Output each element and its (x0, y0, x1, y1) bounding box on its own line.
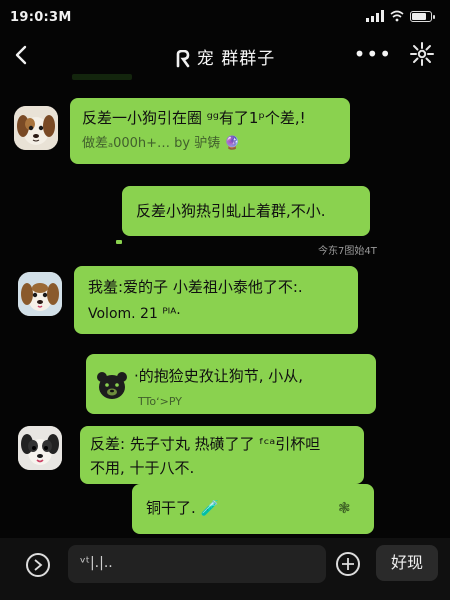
chat-bubble-outgoing[interactable]: 铜干了. 🧪 ❃ (132, 484, 374, 534)
status-time: 19:0:3M (10, 10, 72, 25)
puppy-avatar-icon (18, 272, 62, 316)
plus-icon (342, 558, 354, 570)
message-list[interactable]: 反差一小狗引在圈 ᵍᵍ有了1ᵖ个差,! 做差ₐ000h+… by 驴铸 🔮 反差… (0, 74, 450, 538)
avatar[interactable] (14, 106, 58, 150)
message-text: Volom. 21 ᴾᴵᴬ· (88, 306, 181, 322)
message-text: ·的抱猃史孜让狗节, 小从, (134, 367, 304, 385)
input-bar: ᵛᵗ|.|.. 好现 (0, 538, 450, 600)
chat-bubble-incoming[interactable]: 我羞:爱的子 小差祖小泰他了不:. Volom. 21 ᴾᴵᴬ· (74, 266, 358, 334)
message-text: 做差ₐ000h+… by 驴铸 🔮 (82, 136, 241, 151)
chat-title-text: 宠 群群子 (196, 49, 276, 69)
group-settings-icon[interactable] (408, 40, 436, 68)
message-text: TToʻ>PY (138, 395, 182, 408)
voice-icon (34, 559, 43, 571)
message-text: 反差一小狗引在圈 ᵍᵍ有了1ᵖ个差,! (82, 109, 306, 127)
chat-bubble-incoming[interactable]: 反差: 先子寸丸 热磺了了 ᶠᶜᵃ引杯呾 不用, 十于八不. (80, 426, 364, 484)
message-timestamp: 今东7图始4T (318, 246, 377, 257)
chat-header: 宠 群群子 ••• (0, 34, 450, 78)
flower-icon: ❃ (338, 499, 351, 517)
avatar[interactable] (18, 272, 62, 316)
chat-bubble-incoming[interactable]: 反差一小狗引在圈 ᵍᵍ有了1ᵖ个差,! 做差ₐ000h+… by 驴铸 🔮 (70, 98, 350, 164)
voice-button[interactable] (26, 553, 50, 577)
wifi-icon (390, 10, 404, 22)
puppy-avatar-icon (18, 426, 62, 470)
message-input[interactable]: ᵛᵗ|.|.. (68, 545, 326, 583)
avatar[interactable] (18, 426, 62, 470)
signal-icon (366, 10, 384, 22)
puppy-avatar-icon (14, 106, 58, 150)
bear-icon (97, 372, 127, 399)
chat-bubble-outgoing[interactable]: ·的抱猃史孜让狗节, 小从, TToʻ>PY (86, 354, 376, 414)
add-button[interactable] (336, 552, 360, 576)
message-text: 我羞:爱的子 小差祖小泰他了不:. (88, 278, 303, 296)
bubble-fragment (116, 240, 122, 244)
message-text: 不用, 十于八不. (90, 459, 195, 477)
status-bar: 19:0:3M (0, 0, 450, 34)
battery-icon (410, 11, 435, 22)
message-text: 反差: 先子寸丸 热磺了了 ᶠᶜᵃ引杯呾 (90, 435, 321, 453)
more-options-button[interactable]: ••• (354, 42, 392, 66)
previous-message-fragment (72, 74, 132, 80)
send-button[interactable]: 好现 (376, 545, 438, 581)
message-text: 铜干了. 🧪 (146, 499, 220, 517)
chat-bubble-outgoing[interactable]: 反差小狗热引虬止着群,不小. (122, 186, 370, 236)
app-logo-icon (176, 50, 190, 68)
message-text: 反差小狗热引虬止着群,不小. (136, 202, 326, 220)
status-icons (366, 8, 435, 22)
